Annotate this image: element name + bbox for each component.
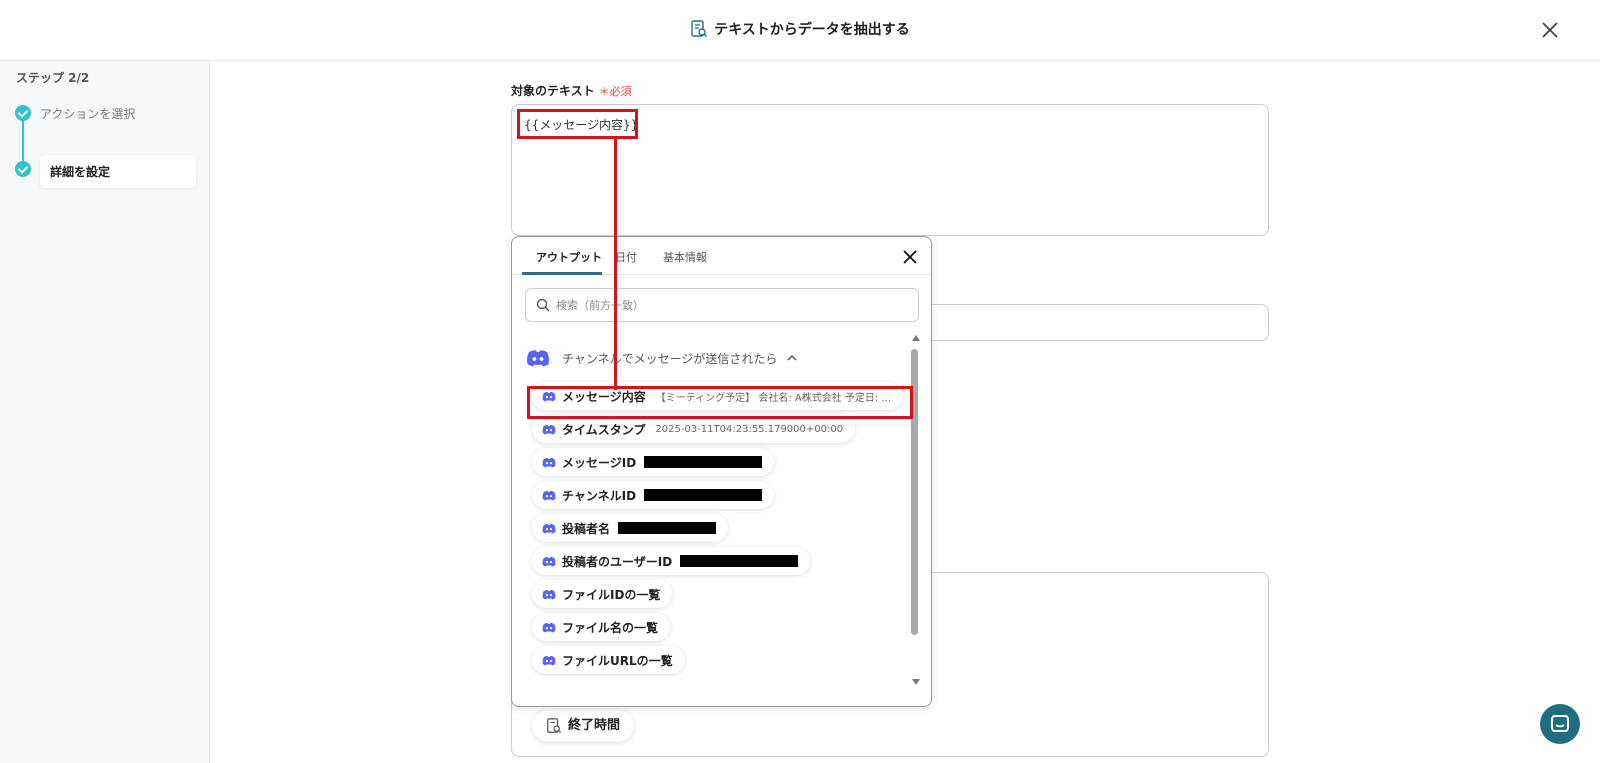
item-name: チャンネルID — [562, 488, 637, 503]
search-input[interactable] — [556, 289, 906, 321]
output-item-channel-id[interactable]: チャンネルID — [532, 481, 775, 509]
step-check-icon — [15, 161, 31, 177]
discord-icon — [542, 523, 556, 533]
tab-basic-info[interactable]: 基本情報 — [663, 249, 707, 265]
search-box — [525, 288, 919, 322]
discord-icon — [542, 424, 556, 434]
output-item-file-id-list[interactable]: ファイルIDの一覧 — [532, 580, 673, 608]
popup-tabs: アウトプット 日付 基本情報 — [512, 237, 931, 275]
variable-picker-popup: アウトプット 日付 基本情報 チャンネルでメッセージが送信されたら メッセージ内… — [511, 236, 932, 707]
discord-icon — [542, 655, 556, 665]
output-item-message-id[interactable]: メッセージID — [532, 448, 775, 476]
chat-icon — [1551, 715, 1569, 732]
redacted-value — [680, 555, 799, 567]
step-select-action[interactable]: アクションを選択 — [40, 105, 135, 122]
step-detail-settings[interactable]: 詳細を設定 — [40, 155, 196, 188]
field-label: 対象のテキスト ＊必須 — [511, 82, 632, 99]
required-text: 必須 — [609, 85, 632, 98]
tab-date[interactable]: 日付 — [615, 249, 637, 265]
close-icon[interactable] — [1538, 18, 1562, 42]
item-name: ファイルURLの一覧 — [562, 653, 673, 668]
document-search-icon — [691, 20, 708, 37]
page-title: テキストからデータを抽出する — [0, 19, 1600, 39]
modal-header: テキストからデータを抽出する — [0, 0, 1600, 61]
discord-icon — [542, 556, 556, 566]
highlight-connector-line — [614, 139, 617, 390]
required-badge: ＊必須 — [599, 85, 632, 98]
discord-icon — [542, 589, 556, 599]
redacted-value — [618, 522, 717, 534]
item-name: ファイル名の一覧 — [562, 620, 659, 635]
output-item-file-url-list[interactable]: ファイルURLの一覧 — [532, 646, 685, 674]
text-input[interactable] — [920, 304, 1269, 341]
page-title-text: テキストからデータを抽出する — [714, 22, 910, 38]
item-value: 2025-03-11T04:23:55.179000+00:00 — [655, 423, 844, 435]
chevron-up-icon — [787, 354, 797, 361]
output-item-author-name[interactable]: 投稿者名 — [532, 514, 729, 542]
scroll-down-arrow-icon[interactable] — [912, 679, 920, 685]
item-name: メッセージID — [562, 455, 637, 470]
item-name: 投稿者名 — [562, 521, 611, 536]
discord-icon — [542, 457, 556, 467]
document-search-icon — [547, 718, 562, 734]
output-item-timestamp[interactable]: タイムスタンプ 2025-03-11T04:23:55.179000+00:00 — [532, 415, 856, 443]
discord-icon — [542, 490, 556, 500]
end-time-label: 終了時間 — [568, 718, 621, 733]
redacted-value — [644, 456, 763, 468]
output-item-author-user-id[interactable]: 投稿者のユーザーID — [532, 547, 811, 575]
step-counter: ステップ 2/2 — [16, 71, 90, 85]
tab-output[interactable]: アウトプット — [536, 249, 602, 265]
step-sidebar: ステップ 2/2 アクションを選択 詳細を設定 — [0, 61, 210, 763]
highlight-box-message-content — [527, 386, 913, 419]
redacted-value — [644, 489, 763, 501]
discord-icon — [527, 350, 549, 367]
item-name: 投稿者のユーザーID — [562, 554, 673, 569]
end-time-chip[interactable]: 終了時間 — [532, 710, 635, 742]
search-icon — [536, 298, 550, 312]
trigger-group-label: チャンネルでメッセージが送信されたら — [562, 351, 778, 366]
item-name: ファイルIDの一覧 — [562, 587, 661, 602]
active-tab-indicator — [522, 272, 602, 275]
required-mark: ＊ — [598, 85, 610, 98]
scroll-up-arrow-icon[interactable] — [912, 335, 920, 341]
output-item-file-name-list[interactable]: ファイル名の一覧 — [532, 613, 671, 641]
trigger-group-header[interactable]: チャンネルでメッセージが送信されたら — [526, 349, 797, 367]
close-icon[interactable] — [902, 249, 918, 265]
step-check-icon — [15, 105, 31, 121]
highlight-box-textarea-value — [517, 109, 638, 139]
item-name: タイムスタンプ — [562, 422, 646, 437]
field-label-text: 対象のテキスト — [511, 84, 595, 98]
help-chat-button[interactable] — [1540, 704, 1580, 744]
discord-icon — [542, 622, 556, 632]
